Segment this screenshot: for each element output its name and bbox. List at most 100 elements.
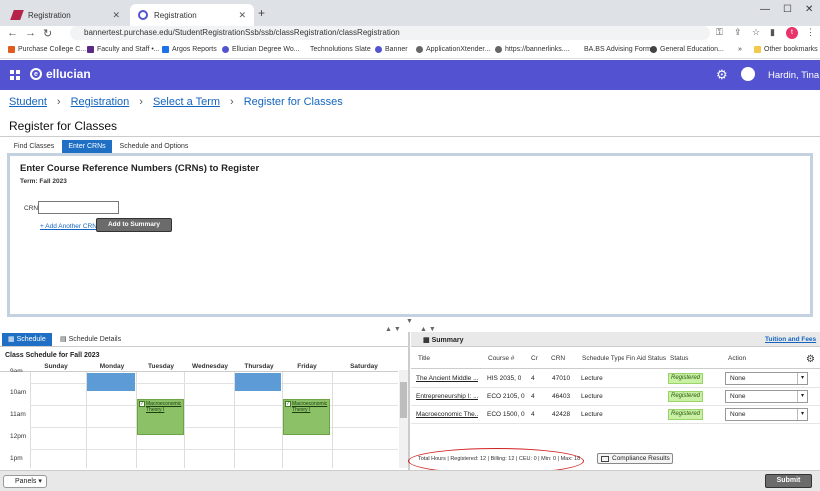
- bookmark-item[interactable]: https://bannerlinks....: [495, 46, 570, 53]
- divider: [411, 368, 820, 369]
- course-title-link[interactable]: Macroeconomic The...: [416, 411, 478, 418]
- collapse-down-icon[interactable]: ▼: [406, 318, 413, 325]
- breadcrumb-separator: ›: [56, 96, 61, 108]
- crn: 46403: [552, 393, 571, 400]
- schedule-pane: ▦ Schedule ▤ Schedule Details Class Sche…: [0, 332, 410, 470]
- column-header: Title: [418, 355, 431, 362]
- page-title: Register for Classes: [9, 119, 118, 133]
- panel-splitter[interactable]: ▼ ▲ ▼ ▲ ▼: [0, 318, 820, 333]
- reload-icon[interactable]: ↻: [43, 27, 52, 40]
- purchase-favicon-icon: [10, 10, 24, 20]
- tab-enter-crns[interactable]: Enter CRNs: [62, 140, 112, 153]
- bookmark-item[interactable]: ApplicationXtender...: [416, 46, 490, 53]
- browser-toolbar: ← → ↻ bannertest.purchase.edu/StudentReg…: [0, 26, 820, 42]
- status-badge: Registered: [668, 391, 703, 402]
- forward-icon[interactable]: →: [25, 27, 36, 39]
- bookmark-item[interactable]: Technolutions Slate: [300, 46, 371, 53]
- gear-icon[interactable]: ⚙: [806, 354, 815, 365]
- gear-icon[interactable]: ⚙: [716, 67, 728, 83]
- tab-find-classes[interactable]: Find Classes: [9, 140, 59, 153]
- tab-schedule-options[interactable]: Schedule and Options: [114, 140, 194, 153]
- browser-tab-2[interactable]: Registration ✕: [130, 4, 254, 26]
- close-tab-icon[interactable]: ✕: [112, 10, 120, 21]
- table-row: Entrepreneurship I: ... ECO 2105, 0 4 46…: [411, 388, 820, 406]
- key-icon[interactable]: ⚿: [716, 27, 723, 38]
- tab-schedule-details[interactable]: ▤ Schedule Details: [60, 335, 121, 343]
- close-window-icon[interactable]: ✕: [805, 4, 813, 15]
- calendar-header: Sunday Monday Tuesday Wednesday Thursday…: [0, 362, 398, 372]
- breadcrumb-select-term[interactable]: Select a Term: [153, 96, 220, 108]
- bookmarks-overflow-icon[interactable]: »: [738, 46, 742, 53]
- action-select[interactable]: None ▾: [725, 390, 808, 403]
- bookmark-item[interactable]: BA.BS Advising Form: [584, 46, 651, 53]
- back-icon[interactable]: ←: [7, 27, 18, 39]
- calendar-icon: ▦: [8, 336, 17, 343]
- bookmark-icon: [87, 46, 94, 53]
- panels-button[interactable]: Panels ▾: [3, 475, 47, 488]
- new-tab-icon[interactable]: +: [258, 6, 265, 20]
- bookmark-star-icon[interactable]: ☆: [752, 27, 760, 38]
- action-select[interactable]: None ▾: [725, 408, 808, 421]
- schedule-type: Lecture: [581, 393, 603, 400]
- add-to-summary-button[interactable]: Add to Summary: [96, 218, 172, 232]
- bookmark-icon: [162, 46, 169, 53]
- class-block-macroeconomic[interactable]: ✓ Macroeconomic Theory I: [283, 399, 330, 435]
- bookmark-item[interactable]: Other bookmarks: [754, 46, 818, 53]
- course-title-link[interactable]: Entrepreneurship I: ...: [416, 393, 478, 400]
- url-text: bannertest.purchase.edu/StudentRegistrat…: [84, 28, 400, 37]
- action-select[interactable]: None ▾: [725, 372, 808, 385]
- breadcrumb-separator: ›: [139, 96, 143, 108]
- class-block[interactable]: [235, 373, 281, 391]
- calendar-scrollbar[interactable]: [399, 370, 408, 468]
- crn-input[interactable]: [38, 201, 119, 214]
- user-avatar-icon[interactable]: [741, 67, 755, 81]
- sidebar-icon[interactable]: ▮: [770, 27, 775, 38]
- browser-tab-1[interactable]: Registration ✕: [4, 4, 128, 26]
- user-name[interactable]: Hardin, Tina: [768, 70, 819, 81]
- summary-pane: ▦ Summary Tuition and Fees Title Course …: [408, 332, 820, 474]
- compliance-results-button[interactable]: Compliance Results: [597, 453, 673, 464]
- schedule-type: Lecture: [581, 411, 603, 418]
- course-number: ECO 1500, 0: [487, 411, 525, 418]
- day-column: [30, 372, 31, 468]
- time-label: 9am: [10, 368, 23, 372]
- close-tab-icon[interactable]: ✕: [238, 10, 246, 21]
- bookmark-item[interactable]: General Education...: [650, 46, 724, 53]
- column-header: Fin Aid Status: [626, 355, 667, 362]
- bookmark-item[interactable]: Banner: [375, 46, 408, 53]
- share-icon[interactable]: ⇪: [734, 27, 742, 38]
- app-grid-icon[interactable]: [10, 70, 20, 80]
- maximize-icon[interactable]: ☐: [783, 4, 792, 15]
- tab-schedule[interactable]: ▦ Schedule: [2, 333, 52, 346]
- checkmark-icon: ✓: [285, 401, 291, 407]
- class-block[interactable]: [87, 373, 135, 391]
- class-block-macroeconomic[interactable]: ✓ Macroeconomic Theory I: [137, 399, 184, 435]
- hour-line: [30, 427, 398, 428]
- submit-button[interactable]: Submit: [765, 474, 812, 488]
- profile-avatar[interactable]: t: [786, 27, 798, 39]
- bookmark-item[interactable]: Faculty and Staff •...: [87, 46, 160, 53]
- browser-tab-bar: Registration ✕ Registration ✕ + — ☐ ✕: [0, 0, 820, 26]
- bookmark-icon: [222, 46, 229, 53]
- schedule-title: Class Schedule for Fall 2023: [5, 352, 100, 359]
- breadcrumb-student[interactable]: Student: [9, 96, 47, 108]
- course-title-link[interactable]: The Ancient Middle ...: [416, 375, 478, 382]
- browser-menu-icon[interactable]: ⋮: [806, 27, 815, 38]
- class-block-label: Macroeconomic Theory I: [292, 401, 328, 413]
- minimize-icon[interactable]: —: [760, 4, 770, 15]
- brand-logo: e ellucian: [30, 67, 91, 81]
- bookmark-item[interactable]: Purchase College C...: [8, 46, 86, 53]
- bookmarks-bar: Purchase College C... Faculty and Staff …: [0, 43, 820, 59]
- bookmark-item[interactable]: Argos Reports: [162, 46, 217, 53]
- day-header: Friday: [297, 363, 317, 370]
- address-bar[interactable]: bannertest.purchase.edu/StudentRegistrat…: [70, 26, 710, 40]
- add-another-crn-link[interactable]: + Add Another CRN: [40, 223, 97, 230]
- scrollbar-thumb[interactable]: [400, 382, 407, 418]
- time-label: 12pm: [10, 433, 27, 440]
- breadcrumb-registration[interactable]: Registration: [71, 96, 130, 108]
- time-label: 10am: [10, 389, 27, 396]
- tuition-fees-link[interactable]: Tuition and Fees: [765, 336, 816, 343]
- bookmark-item[interactable]: Ellucian Degree Wo...: [222, 46, 300, 53]
- chevron-down-icon: ▾: [797, 373, 807, 384]
- day-header: Wednesday: [191, 363, 228, 370]
